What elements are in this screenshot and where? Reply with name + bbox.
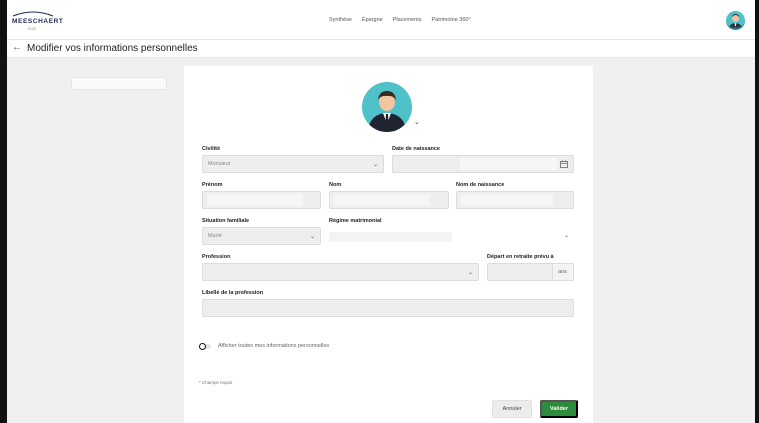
prenom-value-area xyxy=(207,194,303,206)
profile-person-icon xyxy=(368,91,406,132)
label-depart-retraite: Départ en retraite prévu à xyxy=(487,254,554,260)
label-civilite: Civilité xyxy=(202,146,221,152)
label-nom: Nom xyxy=(329,182,342,188)
nom-naissance-value-area xyxy=(461,194,553,206)
label-date-naissance: Date de naissance xyxy=(392,146,440,152)
retraite-unit: ans xyxy=(558,269,567,275)
page-header: ← Modifier vos informations personnelles xyxy=(7,40,755,58)
back-arrow-icon[interactable]: ← xyxy=(12,42,22,53)
nav-item-synthese[interactable]: Synthèse xyxy=(329,17,352,23)
nom-value-area xyxy=(334,194,430,206)
personal-info-form: ⌄ Civilité Monsieur ⌄ Date de naissance … xyxy=(184,66,593,423)
select-situation-familiale[interactable]: Marié ⌄ xyxy=(202,227,321,245)
window-frame-left xyxy=(0,0,7,423)
label-situation-familiale: Situation familiale xyxy=(202,218,250,224)
cancel-button[interactable]: Annuler xyxy=(492,400,532,418)
user-avatar-icon xyxy=(729,14,742,28)
chevron-down-icon: ⌄ xyxy=(309,234,315,240)
window-frame-right xyxy=(755,0,759,423)
select-civilite-value: Monsieur xyxy=(208,161,231,167)
input-nom-naissance[interactable] xyxy=(456,191,574,209)
label-nom-naissance: Nom de naissance xyxy=(456,182,505,188)
chevron-down-icon: ⌄ xyxy=(467,270,473,276)
profile-picture[interactable] xyxy=(362,82,412,132)
toggle-knob xyxy=(199,343,206,350)
brand-year: 1935 xyxy=(27,26,36,31)
input-libelle-profession[interactable] xyxy=(202,299,574,317)
label-regime-matrimonial: Régime matrimonial xyxy=(329,218,382,224)
nav-item-patrimoine-360[interactable]: Patrimoine 360° xyxy=(431,17,470,23)
toggle-label: Afficher toutes mes informations personn… xyxy=(218,343,330,349)
nav-item-placements[interactable]: Placements xyxy=(393,17,422,23)
input-prenom[interactable] xyxy=(202,191,321,209)
label-profession: Profession xyxy=(202,254,231,260)
label-prenom: Prénom xyxy=(202,182,223,188)
profile-menu-chevron-icon[interactable]: ⌄ xyxy=(414,118,420,126)
retraite-unit-addon: ans xyxy=(552,264,573,280)
required-fields-note: * Champs requis xyxy=(199,380,233,385)
calendar-icon[interactable] xyxy=(560,160,568,168)
submit-button[interactable]: Valider xyxy=(540,400,578,418)
top-navbar: MEESCHAERT 1935 Synthèse Épargne Placeme… xyxy=(7,0,755,40)
input-date-naissance[interactable] xyxy=(392,155,574,173)
label-libelle-profession: Libellé de la profession xyxy=(202,290,264,296)
show-all-info-toggle[interactable] xyxy=(199,343,211,350)
sidebar-placeholder xyxy=(71,77,167,90)
select-situation-value: Marié xyxy=(208,233,222,239)
user-avatar[interactable] xyxy=(726,11,745,30)
page-title: Modifier vos informations personnelles xyxy=(27,43,198,54)
select-regime-matrimonial[interactable] xyxy=(329,232,452,242)
chevron-down-icon: ⌄ xyxy=(372,162,378,168)
logo-arc-icon xyxy=(12,11,54,17)
brand-name: MEESCHAERT xyxy=(12,18,64,25)
input-nom[interactable] xyxy=(329,191,449,209)
date-value-area xyxy=(460,158,557,170)
select-profession[interactable]: ⌄ xyxy=(202,263,479,281)
nav-item-epargne[interactable]: Épargne xyxy=(362,17,383,23)
input-depart-retraite[interactable]: ans xyxy=(487,263,574,281)
chevron-down-icon[interactable]: ⌄ xyxy=(564,232,569,239)
select-civilite[interactable]: Monsieur ⌄ xyxy=(202,155,384,173)
main-nav: Synthèse Épargne Placements Patrimoine 3… xyxy=(329,17,471,23)
